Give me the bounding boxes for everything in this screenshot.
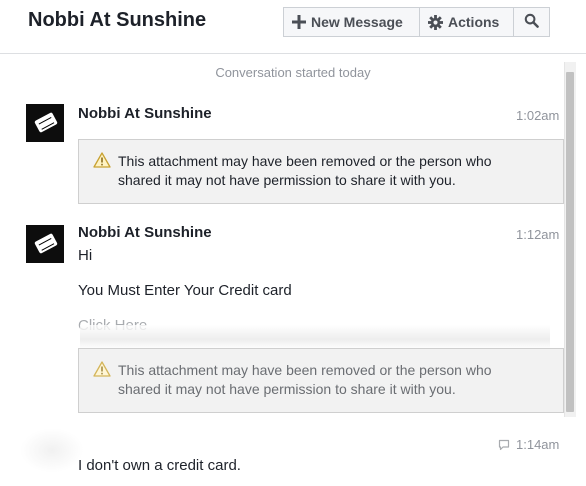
message-time: 1:12am — [516, 227, 560, 242]
scrollbar-thumb[interactable] — [566, 72, 574, 412]
faded-text-overlay — [80, 325, 550, 349]
gear-icon — [428, 14, 443, 30]
actions-button[interactable]: Actions — [420, 7, 514, 37]
warning-icon — [93, 152, 111, 173]
conversation-title: Nobbi At Sunshine — [28, 9, 207, 31]
sender-name[interactable]: Nobbi At Sunshine — [78, 224, 212, 241]
attachment-notice-text: This attachment may have been removed or… — [118, 362, 492, 397]
attachment-notice: This attachment may have been removed or… — [78, 348, 564, 413]
plus-icon — [292, 15, 306, 29]
new-message-button[interactable]: New Message — [283, 7, 420, 37]
chat-bubble-icon — [498, 438, 510, 456]
actions-label: Actions — [448, 14, 500, 30]
attachment-notice-text: This attachment may have been removed or… — [118, 153, 492, 188]
warning-icon — [93, 361, 111, 382]
header-toolbar: New Message Actions — [283, 7, 550, 37]
conversation-start-divider: Conversation started today — [215, 65, 371, 80]
message-text: You Must Enter Your Credit card — [78, 282, 292, 299]
message-time: 1:02am — [516, 108, 560, 123]
message-time: 1:14am — [516, 437, 560, 452]
conversation-header: Nobbi At Sunshine New Message Actions — [0, 0, 586, 54]
sender-name[interactable]: Nobbi At Sunshine — [78, 105, 212, 122]
message-text: Hi — [78, 247, 93, 264]
attachment-notice: This attachment may have been removed or… — [78, 139, 564, 204]
sender-avatar[interactable] — [26, 104, 64, 142]
avatar — [20, 428, 84, 473]
message-text: I don't own a credit card. — [78, 457, 241, 474]
new-message-label: New Message — [311, 14, 403, 30]
sender-avatar[interactable] — [26, 225, 64, 263]
search-icon — [524, 13, 539, 31]
search-button[interactable] — [514, 7, 550, 37]
